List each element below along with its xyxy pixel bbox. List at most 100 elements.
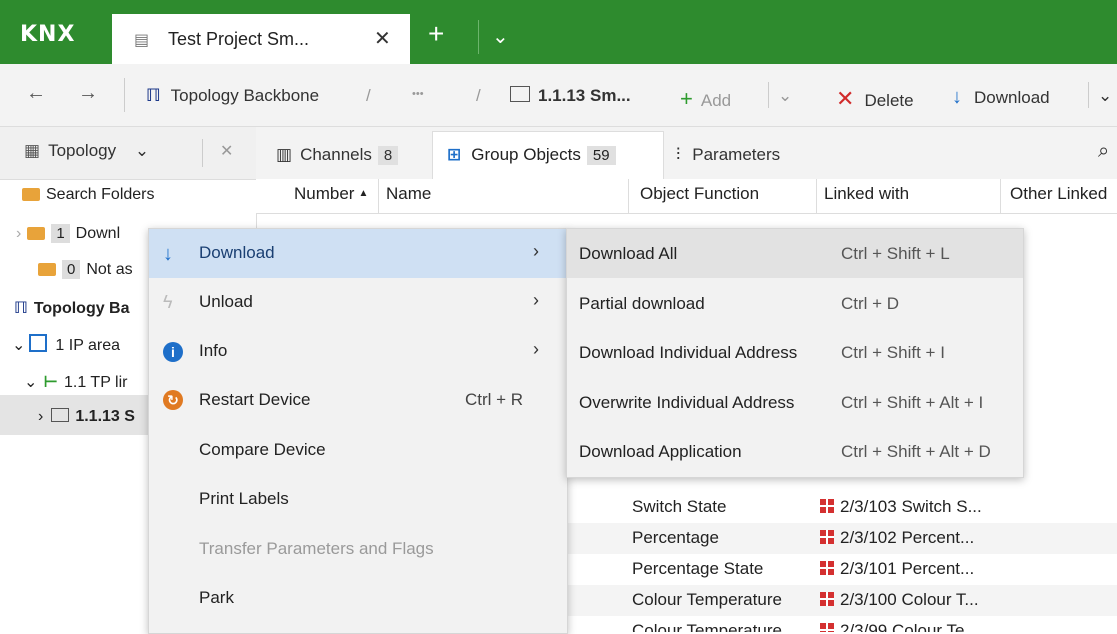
unload-bolt-icon: ϟ: [163, 292, 173, 312]
submenu-item-label: Download Application: [579, 442, 742, 461]
group-address-icon: [820, 561, 834, 575]
group-address-icon: [820, 499, 834, 513]
left-panel-header: ▦ Topology ⌄ ✕: [0, 127, 256, 180]
submenu-item-label: Partial download: [579, 294, 705, 313]
submenu-item-label: Download All: [579, 244, 678, 263]
submenu-item-download-application[interactable]: Download Application Ctrl + Shift + Alt …: [567, 427, 1023, 476]
forward-arrow-icon[interactable]: →: [78, 82, 98, 105]
context-menu: ↓ Download › ϟ Unload › i Info › ↻ Resta…: [148, 228, 568, 634]
submenu-item-overwrite-individual-address[interactable]: Overwrite Individual Address Ctrl + Shif…: [567, 378, 1023, 427]
tree-search-folders[interactable]: Search Folders: [22, 186, 155, 204]
menu-item-park[interactable]: Park: [149, 574, 567, 623]
col-name[interactable]: Name: [386, 184, 431, 204]
cell-linked-with: 2/3/99 Colour Te...: [820, 621, 979, 632]
tab-parameters[interactable]: ⫶ Parameters: [676, 145, 780, 165]
delete-label: Delete: [864, 91, 914, 110]
device-icon: [51, 408, 70, 422]
col-object-function[interactable]: Object Function: [640, 184, 759, 204]
menu-item-compare-device[interactable]: Compare Device: [149, 426, 567, 475]
breadcrumb-device-label: 1.1.13 Sm...: [538, 86, 631, 105]
tree-ip-area[interactable]: ⌄ 1 IP area: [12, 334, 148, 355]
chevron-right-icon: ›: [533, 339, 539, 359]
tree-label: Downl: [75, 225, 121, 242]
tree-count: 1: [51, 224, 70, 243]
cell-linked-with: 2/3/102 Percent...: [820, 528, 974, 548]
submenu-item-download-all[interactable]: Download All Ctrl + Shift + L: [567, 229, 1023, 278]
add-dropdown-chevron-icon[interactable]: ⌄: [778, 86, 792, 106]
plus-icon: +: [680, 86, 693, 111]
cell-linked-with: 2/3/100 Colour T...: [820, 590, 979, 610]
search-icon[interactable]: ⌕: [1098, 140, 1109, 163]
restart-icon: ↻: [163, 390, 183, 410]
chevron-right-icon: ›: [533, 290, 539, 310]
tree-device[interactable]: › 1.1.13 S: [38, 408, 148, 426]
download-button[interactable]: ↓ Download: [952, 86, 1050, 109]
delete-x-icon: ✕: [836, 86, 855, 111]
device-icon: [510, 86, 530, 102]
close-panel-icon[interactable]: ✕: [220, 141, 233, 161]
col-linked-with[interactable]: Linked with: [824, 184, 909, 204]
breadcrumb-root[interactable]: ℿ Topology Backbone: [146, 86, 319, 106]
menu-item-download[interactable]: ↓ Download ›: [149, 229, 567, 278]
table-header: Number ▲ Name Object Function Linked with…: [256, 179, 1117, 214]
tree-count: 0: [62, 260, 81, 279]
document-icon: ▤: [134, 32, 150, 49]
tree-label: 1 IP area: [55, 337, 121, 354]
tab-label: Parameters: [692, 145, 781, 164]
topology-view-selector[interactable]: ▦ Topology ⌄: [24, 141, 149, 161]
add-button[interactable]: + Add: [680, 86, 731, 112]
sort-icon: ▲: [358, 188, 369, 199]
back-arrow-icon[interactable]: ←: [26, 82, 46, 105]
tab-menu-chevron-icon[interactable]: ⌄: [492, 24, 509, 49]
chevron-down-icon: ⌄: [24, 374, 38, 391]
breadcrumb-separator-2: /: [476, 86, 481, 105]
add-divider: [768, 82, 769, 108]
tree-topology-backbone[interactable]: ℿ Topology Ba: [14, 298, 148, 318]
tree-downloads-folder[interactable]: › 1 Downl: [16, 224, 148, 243]
header-divider: [202, 139, 203, 167]
submenu-item-shortcut: Ctrl + Shift + Alt + I: [841, 393, 984, 412]
chevron-down-icon: ⌄: [134, 141, 150, 160]
menu-item-label: Print Labels: [199, 489, 289, 508]
chevron-right-icon: ›: [16, 225, 22, 242]
tab-divider: [478, 20, 479, 54]
menu-item-restart-device[interactable]: ↻ Restart Device Ctrl + R: [149, 376, 567, 425]
menu-item-info[interactable]: i Info ›: [149, 327, 567, 376]
toolbar-divider: [124, 78, 125, 112]
col-separator: [1000, 179, 1001, 213]
close-tab-icon[interactable]: ✕: [374, 26, 391, 51]
project-tab[interactable]: ▤ Test Project Sm... ✕: [112, 14, 410, 64]
menu-item-unload[interactable]: ϟ Unload ›: [149, 278, 567, 327]
col-other-linked[interactable]: Other Linked: [1010, 184, 1107, 204]
submenu-item-partial-download[interactable]: Partial download Ctrl + D: [567, 279, 1023, 328]
download-submenu: Download All Ctrl + Shift + L Partial do…: [566, 228, 1024, 478]
tree-not-assigned-folder[interactable]: 0 Not as: [38, 260, 148, 279]
download-label: Download: [974, 88, 1050, 107]
channels-icon: ▥: [276, 145, 293, 164]
cell-object-function: Percentage State: [632, 559, 764, 578]
submenu-item-shortcut: Ctrl + D: [841, 294, 900, 313]
menu-item-label: Restart Device: [199, 390, 311, 409]
tree-tp-line[interactable]: ⌄ ⊢ 1.1 TP lir: [24, 372, 148, 392]
chevron-right-icon: ›: [533, 241, 539, 261]
add-tab-button[interactable]: +: [428, 20, 444, 48]
folder-icon: [27, 227, 46, 241]
submenu-item-download-individual-address[interactable]: Download Individual Address Ctrl + Shift…: [567, 328, 1023, 377]
tab-group-objects[interactable]: ⊞ Group Objects 59: [432, 131, 664, 180]
topology-view-label: Topology: [48, 141, 117, 160]
download-dropdown-chevron-icon[interactable]: ⌄: [1098, 86, 1112, 106]
delete-button[interactable]: ✕ Delete: [836, 86, 914, 112]
breadcrumb-device[interactable]: 1.1.13 Sm...: [510, 86, 631, 106]
area-icon: [29, 334, 48, 352]
tab-channels[interactable]: ▥ Channels 8: [276, 145, 399, 165]
menu-item-label: Unload: [199, 292, 253, 311]
breadcrumb-ellipsis[interactable]: •••: [412, 88, 424, 100]
col-separator: [378, 179, 379, 213]
submenu-item-label: Download Individual Address: [579, 343, 798, 362]
group-address-icon: [820, 530, 834, 544]
folder-icon: [22, 188, 40, 202]
breadcrumb-root-label: Topology Backbone: [170, 86, 320, 105]
col-number[interactable]: Number ▲: [294, 184, 368, 204]
chevron-down-icon: ⌄: [12, 337, 26, 354]
menu-item-print-labels[interactable]: Print Labels: [149, 475, 567, 524]
